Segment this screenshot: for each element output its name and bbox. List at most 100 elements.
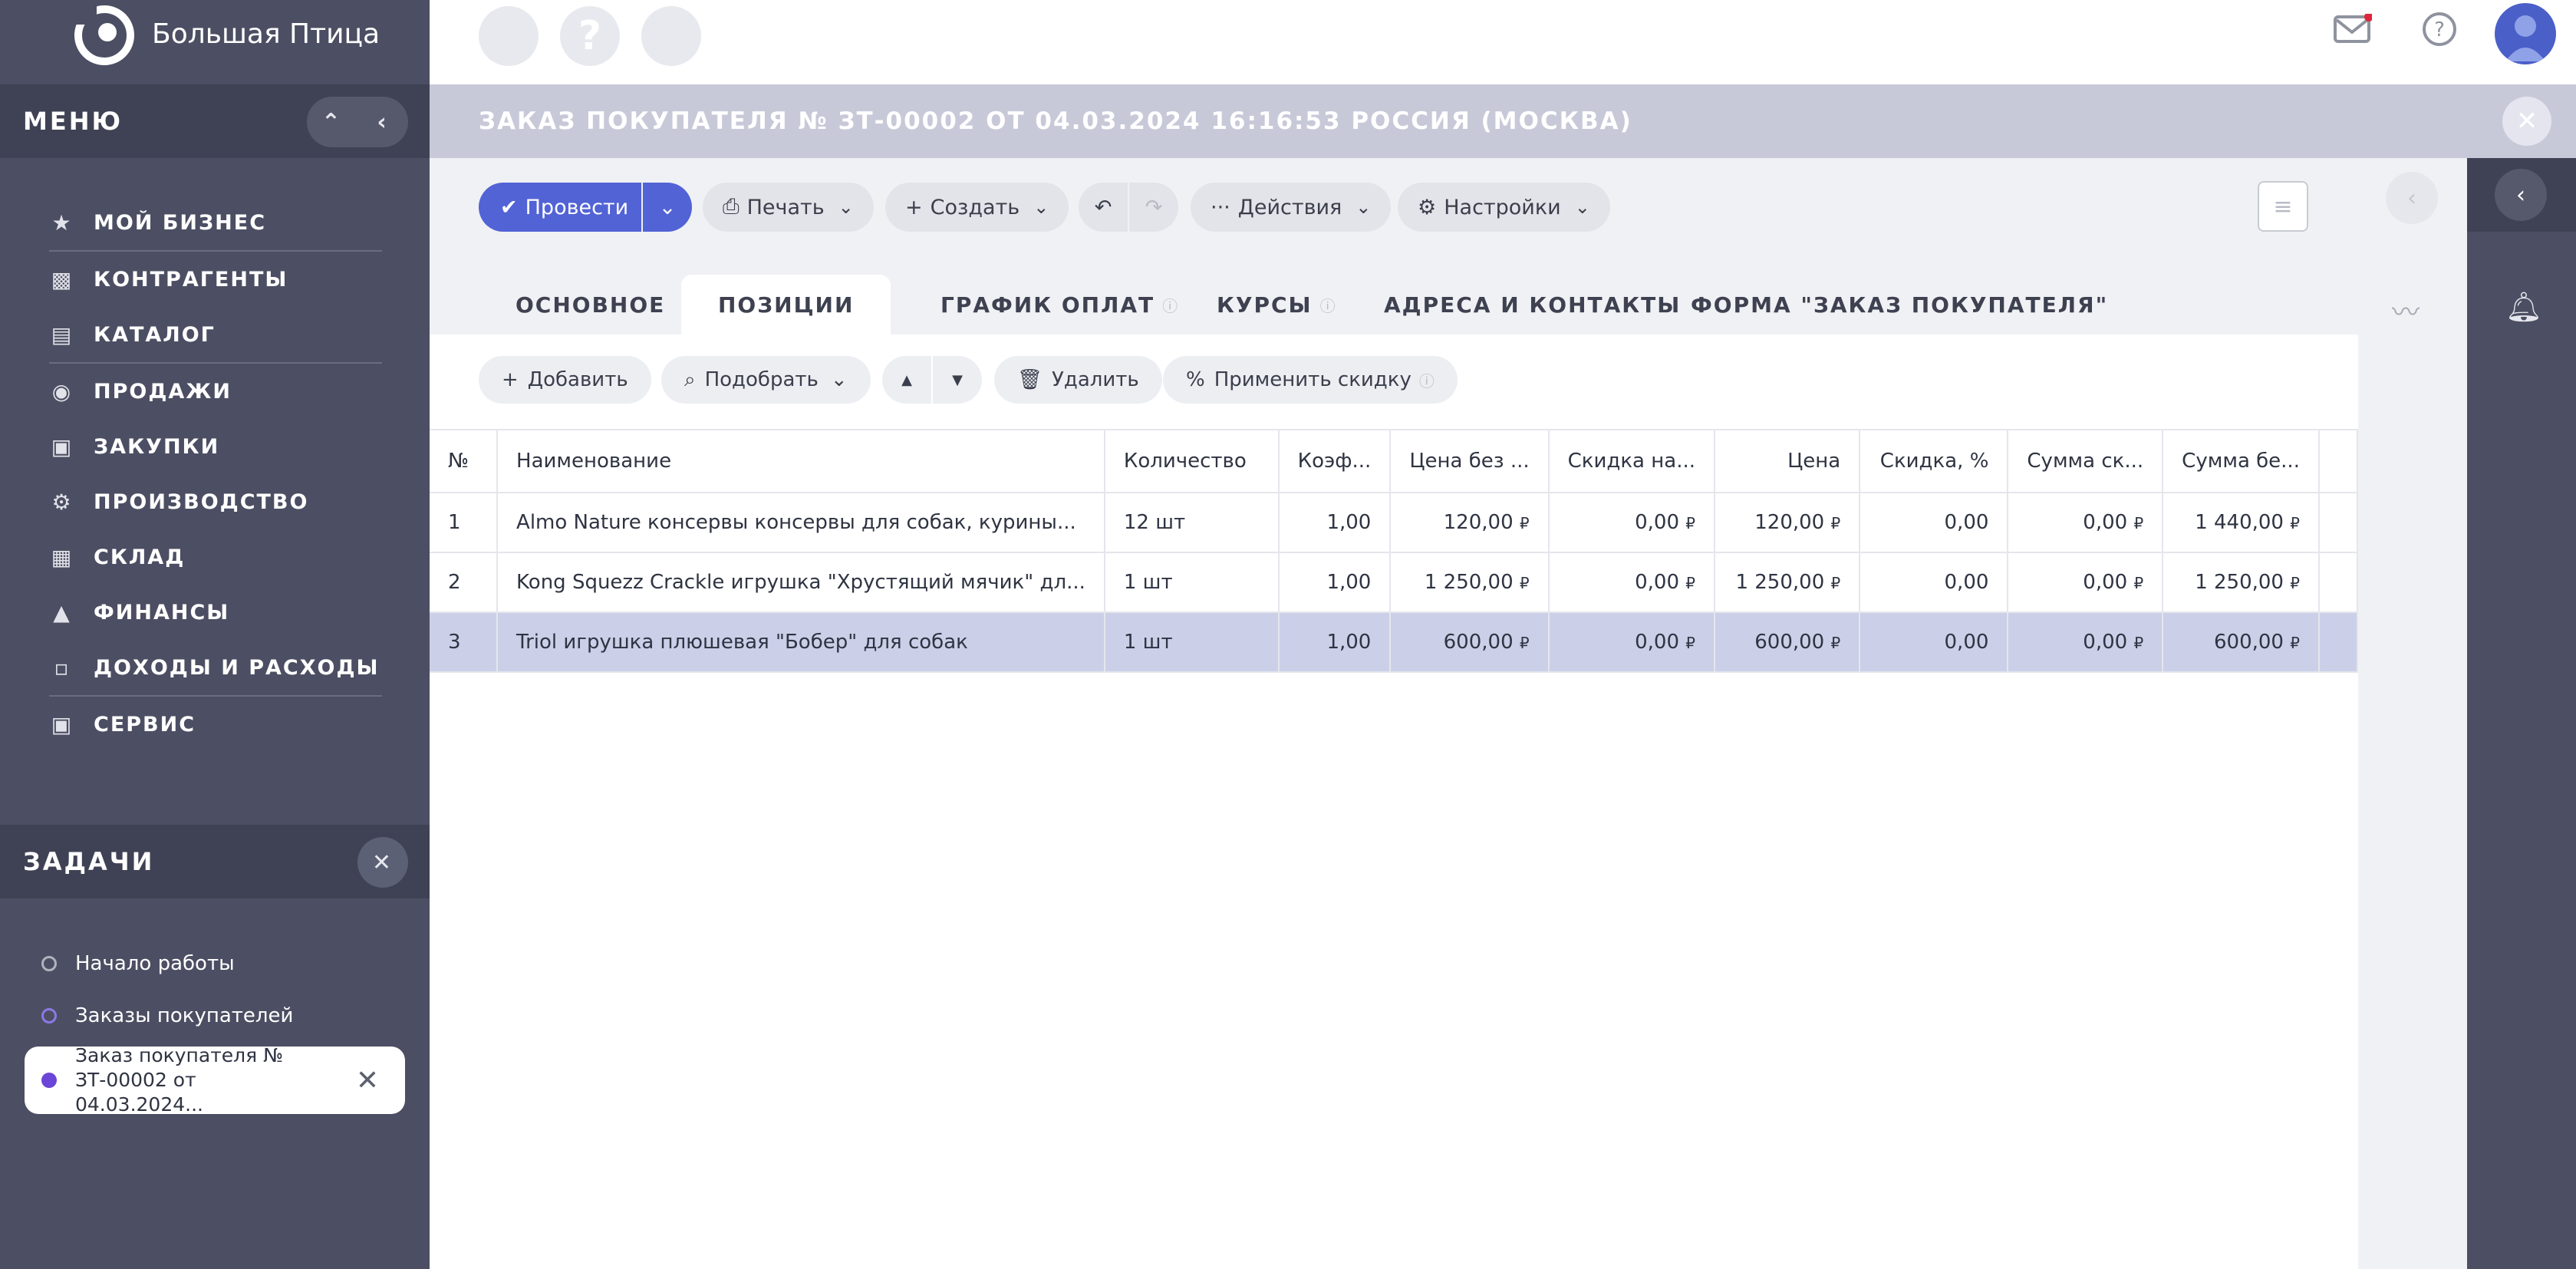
- post-button[interactable]: ✔ Провести: [479, 183, 641, 232]
- value: 0,00: [2083, 511, 2128, 534]
- task-label: Начало работы: [75, 952, 235, 975]
- move-down-button[interactable]: ▼: [933, 356, 982, 404]
- menu-item-income-expenses[interactable]: ▫ ДОХОДЫ И РАСХОДЫ: [49, 640, 382, 695]
- tab-label: ГРАФИК ОПЛАТ: [940, 292, 1155, 318]
- settings-button[interactable]: ⚙ Настройки ⌄: [1398, 183, 1610, 232]
- value: 0,00: [2083, 571, 2128, 594]
- menu-item-service[interactable]: ▣ СЕРВИС: [49, 697, 382, 752]
- value: 0,00: [1635, 571, 1679, 594]
- expand-panel-button[interactable]: ‹: [2386, 172, 2438, 224]
- value: 0,00: [2083, 631, 2128, 654]
- help-button[interactable]: ?: [560, 6, 620, 66]
- menu-item-sales[interactable]: ◉ ПРОДАЖИ: [49, 364, 382, 419]
- cell-discount-amount: 0,00 ₽: [1548, 493, 1715, 553]
- create-button[interactable]: + Создать ⌄: [885, 183, 1069, 232]
- close-icon: ✕: [2515, 106, 2538, 137]
- tasks-list: Начало работы Заказы покупателей: [25, 938, 408, 1042]
- task-status-dot: [41, 956, 57, 971]
- tab-positions[interactable]: ПОЗИЦИИ: [681, 275, 891, 335]
- delete-position-button[interactable]: 🗑 Удалить: [994, 356, 1162, 404]
- menu-item-production[interactable]: ⚙ ПРОИЗВОДСТВО: [49, 474, 382, 529]
- logo[interactable]: Большая Птица: [71, 2, 380, 66]
- menu-item-contractors[interactable]: ▩ КОНТРАГЕНТЫ: [49, 252, 382, 307]
- trash-icon: 🗑: [1017, 368, 1043, 391]
- bank-icon: ▲: [53, 599, 71, 625]
- tab-rates[interactable]: КУРСЫ ⓘ: [1180, 275, 1374, 335]
- column-header-name[interactable]: Наименование: [497, 429, 1105, 493]
- menu-item-catalog[interactable]: ▤ КАТАЛОГ: [49, 307, 382, 362]
- menu-item-finance[interactable]: ▲ ФИНАНСЫ: [49, 585, 382, 640]
- menu-title: МЕНЮ: [23, 107, 124, 136]
- bell-icon[interactable]: 🔔︎: [2505, 290, 2542, 325]
- factory-icon: ⚙: [51, 489, 73, 515]
- collapse-right-button[interactable]: ‹: [2495, 169, 2547, 221]
- print-label: Печать: [746, 195, 825, 219]
- cell-coef: 1,00: [1278, 612, 1392, 673]
- menu-item-my-business[interactable]: ★ МОЙ БИЗНЕС: [49, 195, 382, 250]
- cell-number: 1: [430, 493, 499, 553]
- currency-sign: ₽: [1519, 514, 1530, 532]
- cell-sum-without: 1 250,00 ₽: [2163, 552, 2320, 613]
- collapse-left-button[interactable]: ‹: [357, 97, 408, 147]
- currency-sign: ₽: [1830, 514, 1841, 532]
- post-dropdown-button[interactable]: ⌄: [643, 183, 692, 232]
- table-row[interactable]: 1 Almo Nature консервы консервы для соба…: [430, 493, 2359, 553]
- collapse-up-button[interactable]: ⌃: [307, 97, 357, 147]
- column-header-coef[interactable]: Коэф...: [1278, 429, 1392, 493]
- actions-button[interactable]: ··· Действия ⌄: [1191, 183, 1392, 232]
- pick-button[interactable]: ⌕ Подобрать ⌄: [661, 356, 871, 404]
- table-row-selected[interactable]: 3 Triol игрушка плюшевая "Бобер" для соб…: [430, 612, 2359, 673]
- triangle-down-icon: ▼: [952, 371, 963, 388]
- task-item-current-order[interactable]: Заказ покупателя № ЗТ-00002 от 04.03.202…: [25, 1044, 405, 1116]
- table-row[interactable]: 2 Kong Squezz Crackle игрушка "Хрустящий…: [430, 552, 2359, 613]
- help-hint-icon: ⓘ: [1319, 296, 1337, 315]
- analytics-icon[interactable]: 〰: [2392, 290, 2420, 330]
- tab-main[interactable]: ОСНОВНОЕ: [479, 275, 702, 335]
- topbar: ? ?: [430, 0, 2576, 84]
- mail-icon[interactable]: [2334, 11, 2373, 54]
- undo-button[interactable]: ↶: [1079, 183, 1128, 232]
- chevron-down-icon: ⌄: [830, 368, 848, 391]
- cell-price-without-discount: 1 250,00 ₽: [1390, 552, 1550, 613]
- menu-item-label: КОНТРАГЕНТЫ: [94, 267, 288, 292]
- user-avatar[interactable]: [2495, 3, 2556, 64]
- task-status-dot: [41, 1073, 57, 1088]
- print-button[interactable]: ⎙ Печать ⌄: [703, 183, 874, 232]
- value: 120,00: [1754, 511, 1825, 534]
- settings-label: Настройки: [1444, 195, 1561, 219]
- apply-discount-button[interactable]: % Применить скидку ⓘ: [1163, 356, 1458, 404]
- cell-discount-percent: 0,00: [1860, 552, 2009, 613]
- search-icon: ⌕: [684, 368, 696, 391]
- cell-price: 600,00 ₽: [1714, 612, 1861, 673]
- placeholder-button-1[interactable]: [479, 6, 539, 66]
- close-tasks-button[interactable]: ✕: [357, 837, 408, 888]
- add-position-button[interactable]: + Добавить: [479, 356, 651, 404]
- tab-label: ФОРМА "ЗАКАЗ ПОКУПАТЕЛЯ": [1691, 292, 2109, 318]
- help-circle-icon[interactable]: ?: [2421, 11, 2458, 57]
- menu-item-label: МОЙ БИЗНЕС: [94, 210, 267, 235]
- redo-button[interactable]: ↷: [1129, 183, 1178, 232]
- move-up-button[interactable]: ▲: [882, 356, 931, 404]
- column-header-price[interactable]: Цена: [1714, 429, 1861, 493]
- column-header-quantity[interactable]: Количество: [1104, 429, 1280, 493]
- tab-payment-schedule[interactable]: ГРАФИК ОПЛАТ ⓘ: [904, 275, 1216, 335]
- task-label-line2: ЗТ-00002 от 04.03.2024...: [75, 1069, 203, 1116]
- more-dots-icon: ···: [1211, 195, 1230, 219]
- column-header-sum-without[interactable]: Сумма бе...: [2163, 429, 2320, 493]
- task-item-orders[interactable]: Заказы покупателей: [25, 990, 408, 1042]
- menu-item-warehouse[interactable]: ▦ СКЛАД: [49, 529, 382, 585]
- document-edit-icon[interactable]: ≡: [2258, 181, 2308, 232]
- column-header-discount-amount[interactable]: Скидка на...: [1548, 429, 1715, 493]
- task-item-start[interactable]: Начало работы: [25, 938, 408, 990]
- column-header-number[interactable]: №: [430, 429, 499, 493]
- tab-order-form[interactable]: ФОРМА "ЗАКАЗ ПОКУПАТЕЛЯ": [1654, 275, 2145, 335]
- close-task-icon[interactable]: ✕: [356, 1065, 379, 1096]
- currency-sign: ₽: [1830, 574, 1841, 592]
- placeholder-button-2[interactable]: [641, 6, 701, 66]
- column-header-price-without-discount[interactable]: Цена без ...: [1390, 429, 1550, 493]
- column-header-discount-percent[interactable]: Скидка, %: [1860, 429, 2009, 493]
- menu-item-purchases[interactable]: ▣ ЗАКУПКИ: [49, 419, 382, 474]
- column-header-discount-sum[interactable]: Сумма ск...: [2008, 429, 2164, 493]
- cell-number: 2: [430, 552, 499, 613]
- close-document-button[interactable]: ✕: [2502, 97, 2551, 146]
